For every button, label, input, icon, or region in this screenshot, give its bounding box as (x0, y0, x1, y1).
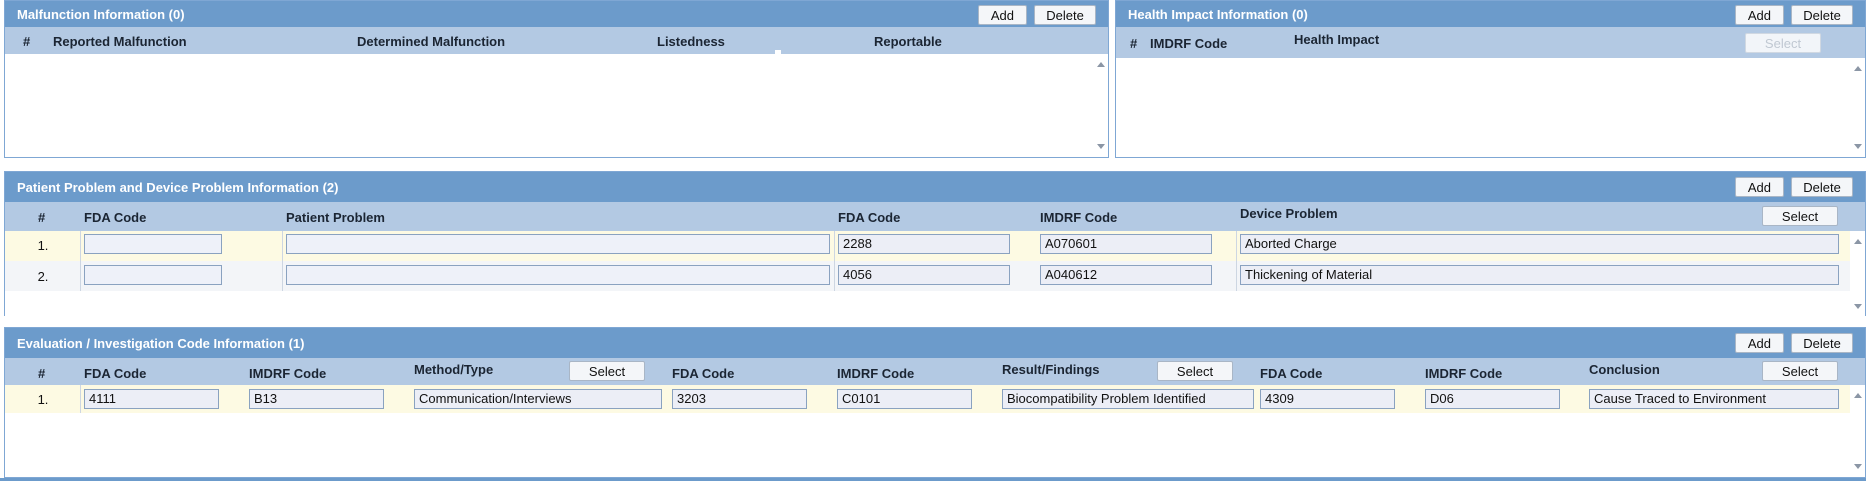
col-health-impact: Health Impact (1294, 32, 1380, 47)
evaluation-scrollbar[interactable] (1851, 385, 1865, 477)
col-device-problem: Device Problem (1240, 206, 1338, 221)
method-type-input[interactable]: Communication/Interviews (414, 389, 662, 409)
table-row: 1. 4111 B13 Communication/Interviews 320… (5, 385, 1850, 413)
scroll-up-icon[interactable] (1097, 62, 1105, 67)
evaluation-panel-header: Evaluation / Investigation Code Informat… (5, 328, 1865, 358)
health-impact-select-button[interactable]: Select (1745, 33, 1821, 53)
health-impact-scrollbar[interactable] (1851, 58, 1865, 157)
fda-code-patient-input[interactable] (84, 265, 222, 285)
col-imdrf-code: IMDRF Code (1150, 36, 1228, 51)
patient-problem-input[interactable] (286, 234, 830, 254)
result-findings-input[interactable]: Biocompatibility Problem Identified (1002, 389, 1254, 409)
method-type-select-button[interactable]: Select (569, 361, 645, 381)
scroll-down-icon[interactable] (1854, 304, 1862, 309)
result-fda-code-input[interactable]: 3203 (672, 389, 807, 409)
health-impact-panel: Health Impact Information (0) Add Delete… (1115, 0, 1866, 158)
health-impact-column-header: # IMDRF Code Health Impact Select (1116, 27, 1865, 58)
health-impact-title: Health Impact Information (0) (1128, 6, 1308, 22)
evaluation-title: Evaluation / Investigation Code Informat… (17, 335, 305, 351)
evaluation-list: 1. 4111 B13 Communication/Interviews 320… (5, 385, 1865, 477)
result-imdrf-code-input[interactable]: C0101 (837, 389, 972, 409)
scroll-down-icon[interactable] (1854, 144, 1862, 149)
scroll-up-icon[interactable] (1854, 66, 1862, 71)
col-determined-malfunction: Determined Malfunction (357, 34, 506, 49)
col-patient-problem: Patient Problem (286, 210, 385, 225)
malfunction-panel: Malfunction Information (0) Add Delete #… (4, 0, 1109, 158)
device-problem-select-button[interactable]: Select (1762, 206, 1838, 226)
patient-device-title: Patient Problem and Device Problem Infor… (17, 179, 339, 195)
patient-device-column-header: # FDA Code Patient Problem FDA Code IMDR… (5, 202, 1865, 231)
method-imdrf-code-input[interactable]: B13 (249, 389, 384, 409)
patient-device-panel: Patient Problem and Device Problem Infor… (4, 171, 1866, 317)
col-fda-code-patient: FDA Code (84, 210, 147, 225)
col-imdrf-code: IMDRF Code (1040, 210, 1118, 225)
row-number: 1. (37, 238, 49, 253)
patient-device-list: 1. 2288 A070601 Aborted Charge 2. 4056 A… (5, 231, 1865, 317)
evaluation-panel: Evaluation / Investigation Code Informat… (4, 327, 1866, 478)
health-impact-panel-header: Health Impact Information (0) Add Delete (1116, 1, 1865, 27)
evaluation-column-header: # FDA Code IMDRF Code Method/Type Select… (5, 358, 1865, 385)
patient-device-panel-header: Patient Problem and Device Problem Infor… (5, 172, 1865, 202)
health-impact-delete-button[interactable]: Delete (1791, 5, 1853, 25)
malfunction-panel-header: Malfunction Information (0) Add Delete (5, 1, 1108, 27)
col-conclusion-fda-code: FDA Code (1260, 366, 1323, 381)
malfunction-column-header: # Reported Malfunction Determined Malfun… (5, 27, 1108, 56)
col-fda-code-device: FDA Code (838, 210, 901, 225)
imdrf-code-input[interactable]: A040612 (1040, 265, 1212, 285)
conclusion-imdrf-code-input[interactable]: D06 (1425, 389, 1560, 409)
device-problem-input[interactable]: Thickening of Material (1240, 265, 1839, 285)
patient-device-scrollbar[interactable] (1851, 231, 1865, 317)
col-number: # (1130, 36, 1138, 51)
device-problem-input[interactable]: Aborted Charge (1240, 234, 1839, 254)
malfunction-delete-button[interactable]: Delete (1034, 5, 1096, 25)
conclusion-fda-code-input[interactable]: 4309 (1260, 389, 1395, 409)
malfunction-title: Malfunction Information (0) (17, 6, 185, 22)
scroll-up-icon[interactable] (1854, 393, 1862, 398)
fda-code-device-input[interactable]: 2288 (838, 234, 1010, 254)
scroll-up-icon[interactable] (1854, 239, 1862, 244)
col-listedness: Listedness (657, 34, 725, 49)
malfunction-add-button[interactable]: Add (977, 5, 1027, 25)
col-reported-malfunction: Reported Malfunction (53, 34, 187, 49)
health-impact-list (1116, 58, 1865, 157)
row-number: 1. (37, 392, 49, 407)
fda-code-patient-input[interactable] (84, 234, 222, 254)
health-impact-add-button[interactable]: Add (1734, 5, 1784, 25)
table-row: 1. 2288 A070601 Aborted Charge (5, 231, 1850, 261)
scroll-down-icon[interactable] (1854, 464, 1862, 469)
col-method-fda-code: FDA Code (84, 366, 147, 381)
table-row: 2. 4056 A040612 Thickening of Material (5, 261, 1850, 291)
col-method-type: Method/Type (414, 362, 494, 377)
col-reportable: Reportable (874, 34, 942, 49)
col-conclusion: Conclusion (1589, 362, 1660, 377)
col-result-fda-code: FDA Code (672, 366, 735, 381)
col-method-imdrf-code: IMDRF Code (249, 366, 327, 381)
conclusion-select-button[interactable]: Select (1762, 361, 1838, 381)
method-fda-code-input[interactable]: 4111 (84, 389, 219, 409)
col-result-findings: Result/Findings (1002, 362, 1100, 377)
malfunction-scrollbar[interactable] (1094, 54, 1108, 157)
col-number: # (38, 366, 46, 381)
row-number: 2. (37, 269, 49, 284)
result-findings-select-button[interactable]: Select (1157, 361, 1233, 381)
col-number: # (23, 34, 31, 49)
patient-device-delete-button[interactable]: Delete (1791, 177, 1853, 197)
col-number: # (38, 210, 46, 225)
patient-problem-input[interactable] (286, 265, 830, 285)
conclusion-input[interactable]: Cause Traced to Environment (1589, 389, 1839, 409)
patient-device-add-button[interactable]: Add (1734, 177, 1784, 197)
fda-code-device-input[interactable]: 4056 (838, 265, 1010, 285)
malfunction-list (5, 54, 1108, 157)
evaluation-delete-button[interactable]: Delete (1791, 333, 1853, 353)
evaluation-add-button[interactable]: Add (1734, 333, 1784, 353)
scroll-down-icon[interactable] (1097, 144, 1105, 149)
col-result-imdrf-code: IMDRF Code (837, 366, 915, 381)
imdrf-code-input[interactable]: A070601 (1040, 234, 1212, 254)
col-conclusion-imdrf-code: IMDRF Code (1425, 366, 1503, 381)
